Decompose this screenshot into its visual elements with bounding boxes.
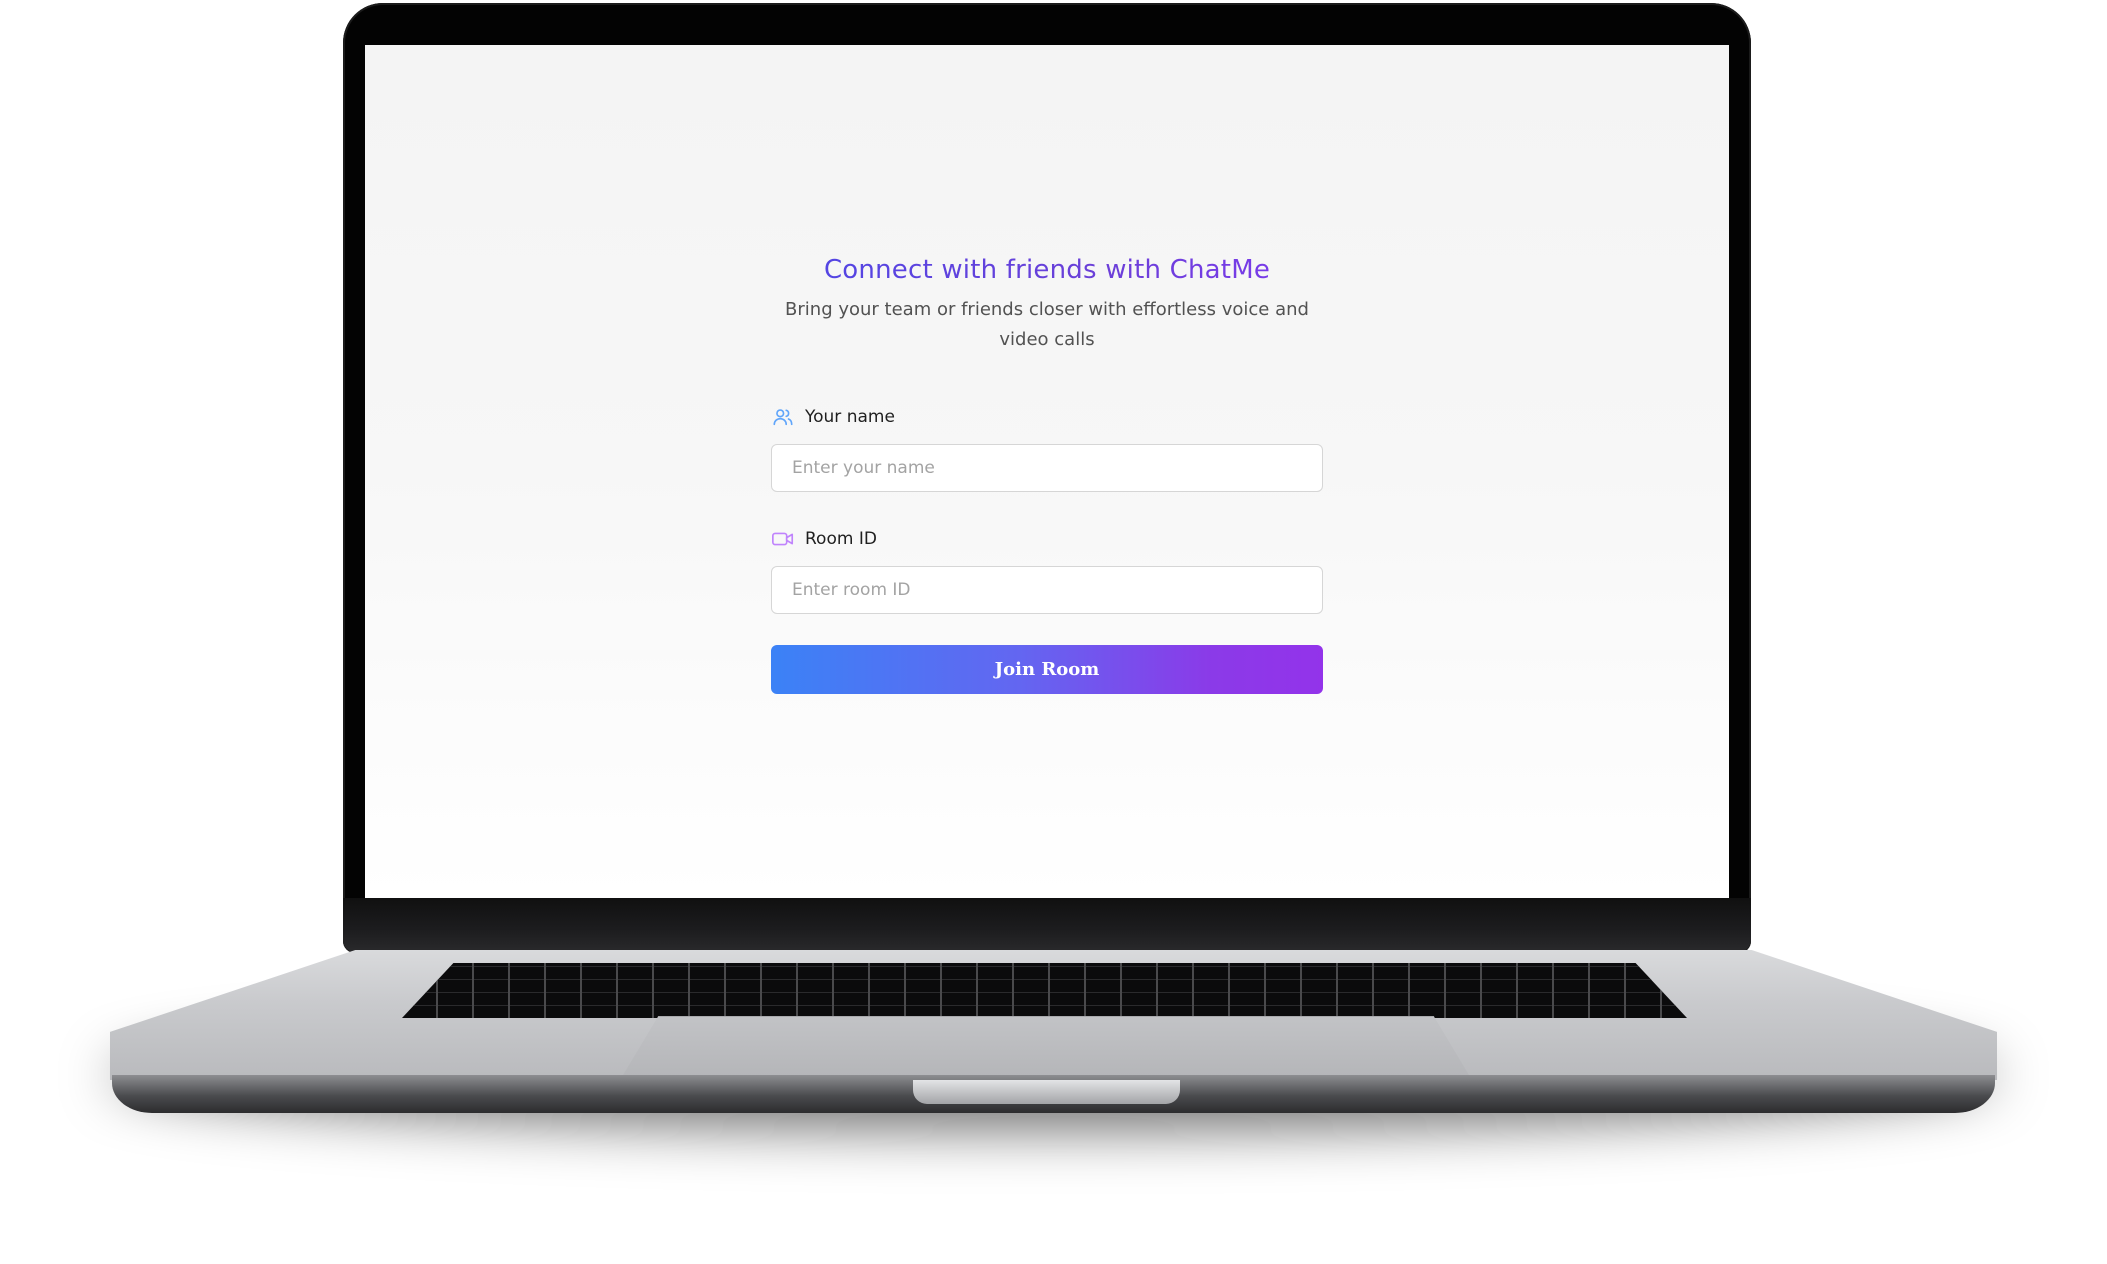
room-id-input[interactable]: [771, 566, 1323, 614]
laptop-opening-notch: [913, 1080, 1180, 1104]
name-field-label: Your name: [771, 405, 895, 429]
page-subtitle: Bring your team or friends closer with e…: [785, 299, 1309, 350]
users-icon: [771, 405, 795, 429]
name-field-label-text: Your name: [805, 407, 895, 427]
laptop-mockup: Connect with friends with ChatMe Bring y…: [0, 0, 2107, 1264]
laptop-keyboard: [402, 963, 1687, 1018]
join-room-button[interactable]: Join Room: [771, 645, 1323, 694]
page-title: Connect with friends with ChatMe: [771, 255, 1323, 285]
name-input[interactable]: [771, 444, 1323, 492]
laptop-trackpad: [620, 1016, 1472, 1080]
laptop-chin: [343, 898, 1751, 953]
join-room-panel: Connect with friends with ChatMe Bring y…: [771, 45, 1323, 898]
room-field-label-text: Room ID: [805, 529, 877, 549]
video-camera-icon: [771, 527, 795, 551]
laptop-screen: Connect with friends with ChatMe Bring y…: [365, 45, 1729, 898]
room-field-label: Room ID: [771, 527, 877, 551]
